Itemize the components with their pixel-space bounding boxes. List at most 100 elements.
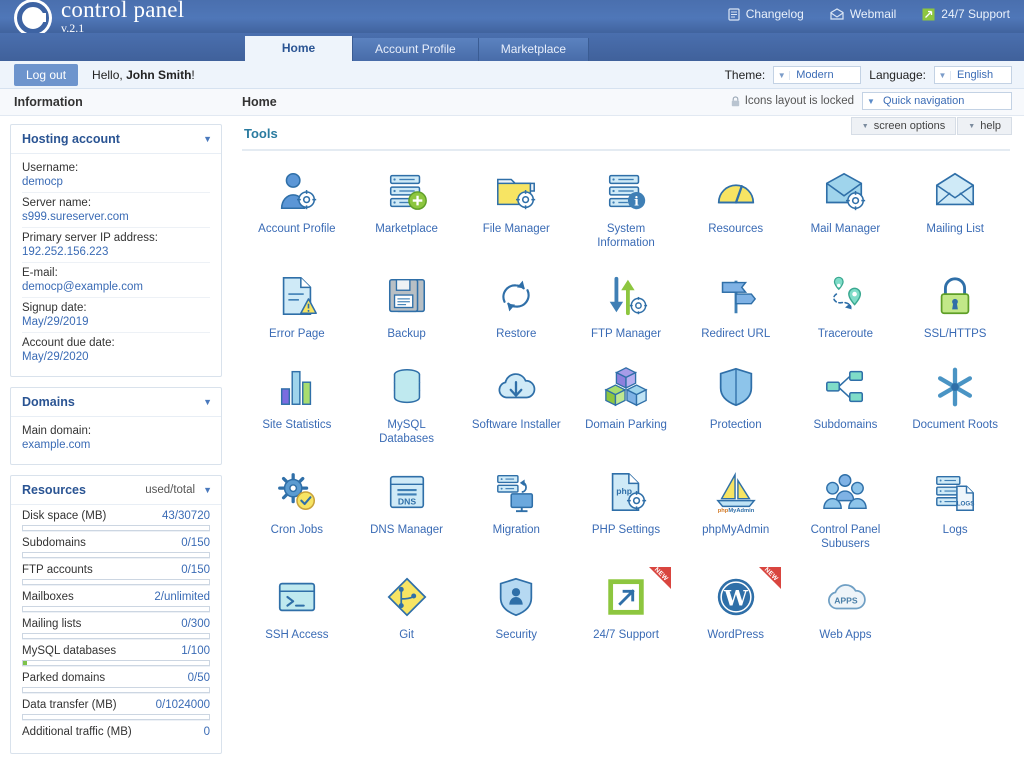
tool-item[interactable]: MySQL Databases (352, 355, 462, 452)
tool-label: Cron Jobs (270, 524, 324, 536)
tool-item[interactable]: Subdomains (791, 355, 901, 452)
quick-navigation-select[interactable]: ▼ Quick navigation (862, 92, 1012, 110)
info-field-value[interactable]: example.com (22, 439, 210, 451)
tool-item[interactable]: Restore (461, 264, 571, 347)
tool-item[interactable]: SSL/HTTPS (900, 264, 1010, 347)
header-link-changelog[interactable]: Changelog (728, 7, 804, 21)
circle-c-logo-icon (14, 0, 52, 37)
tool-item[interactable]: DNS DNS Manager (352, 460, 462, 557)
tool-item[interactable]: Resources (681, 159, 791, 256)
wordpress-icon: W (712, 573, 760, 621)
info-field-value[interactable]: s999.sureserver.com (22, 211, 210, 223)
info-field-label: Server name: (22, 197, 92, 209)
tools-grid: Account Profile Marketplace File Manager i S… (242, 159, 1010, 648)
tools-divider (242, 149, 1010, 151)
envelope-icon (830, 8, 844, 20)
tool-item[interactable]: phpMyAdmin phpMyAdmin (681, 460, 791, 557)
page-title: Home (242, 95, 277, 109)
header-link-webmail-label: Webmail (849, 7, 897, 21)
info-field: Primary server IP address: 192.252.156.22… (22, 228, 210, 263)
screen-options-button[interactable]: ▼ screen options (850, 117, 957, 135)
resource-value: 0/150 (181, 564, 210, 576)
user-bar-controls: Theme: ▼ Modern Language: ▼ English (725, 61, 1012, 89)
tool-item[interactable]: Cron Jobs (242, 460, 352, 557)
tool-item[interactable]: NEW 24/7 Support (571, 565, 681, 648)
info-field-value[interactable]: democp (22, 176, 210, 188)
panel-resources: Resources used/total ▼ Disk space (MB) 43… (10, 475, 222, 754)
tool-item[interactable]: Marketplace (352, 159, 462, 256)
gauge-icon (712, 167, 760, 215)
tool-item[interactable]: Mailing List (900, 159, 1010, 256)
theme-select[interactable]: ▼ Modern (773, 66, 862, 84)
support-square-icon (922, 8, 935, 20)
collapse-triangle-icon[interactable]: ▼ (203, 134, 212, 144)
tool-item[interactable]: APPS Web Apps (791, 565, 901, 648)
resource-label: Additional traffic (MB) (22, 726, 132, 738)
info-field-label: Signup date: (22, 302, 87, 314)
collapse-triangle-icon[interactable]: ▼ (203, 397, 212, 407)
server-plus-icon (383, 167, 431, 215)
panel-domains-title: Domains (22, 395, 75, 409)
tool-item[interactable]: Software Installer (461, 355, 571, 452)
icons-layout-locked[interactable]: Icons layout is locked (731, 95, 854, 107)
main-content: Tools Account Profile Marketplace File Man… (230, 116, 1024, 759)
resource-row: Parked domains 0/50 (22, 666, 210, 693)
quick-navigation-value: Quick navigation (883, 95, 965, 107)
tool-item[interactable]: Control Panel Subusers (791, 460, 901, 557)
tool-label: Account Profile (258, 223, 336, 235)
info-field-value[interactable]: democp@example.com (22, 281, 210, 293)
signpost-icon (712, 272, 760, 320)
tool-item[interactable]: FTP Manager (571, 264, 681, 347)
tool-item[interactable]: Domain Parking (571, 355, 681, 452)
tab-bar: Home Account Profile Marketplace (0, 33, 1024, 61)
header-link-support[interactable]: 24/7 Support (922, 7, 1010, 21)
tool-item[interactable]: File Manager (461, 159, 571, 256)
dns-window-icon: DNS (383, 468, 431, 516)
header-link-webmail[interactable]: Webmail (830, 7, 896, 21)
tool-item[interactable]: LOGS Logs (900, 460, 1010, 557)
panel-domains-header[interactable]: Domains ▼ (11, 388, 221, 417)
collapse-triangle-icon[interactable]: ▼ (203, 485, 212, 495)
server-info-icon: i (602, 167, 650, 215)
tab-marketplace[interactable]: Marketplace (478, 38, 590, 61)
tool-item[interactable]: Git (352, 565, 462, 648)
tool-item[interactable]: W NEW WordPress (681, 565, 791, 648)
svg-text:APPS: APPS (835, 596, 859, 606)
tool-item[interactable]: Redirect URL (681, 264, 791, 347)
chevron-down-icon: ▼ (968, 122, 976, 130)
tool-label: Migration (492, 524, 540, 536)
tool-item[interactable]: Protection (681, 355, 791, 452)
logout-button[interactable]: Log out (14, 63, 79, 86)
screen-options-label: screen options (873, 120, 946, 132)
tool-item[interactable]: Site Statistics (242, 355, 352, 452)
tool-item[interactable]: Security (461, 565, 571, 648)
tool-item[interactable]: i System Information (571, 159, 681, 256)
tool-item[interactable]: php PHP Settings (571, 460, 681, 557)
tool-item[interactable]: Mail Manager (791, 159, 901, 256)
tab-account-profile[interactable]: Account Profile (353, 38, 479, 61)
greeting: Hello, John Smith! (92, 68, 195, 82)
tool-item[interactable]: Error Page (242, 264, 352, 347)
tool-item[interactable]: SSH Access (242, 565, 352, 648)
panel-resources-body: Disk space (MB) 43/30720 Subdomains 0/150 FT… (11, 505, 221, 753)
tool-item[interactable]: Document Roots (900, 355, 1010, 452)
tool-item[interactable]: Migration (461, 460, 571, 557)
help-button[interactable]: ▼ help (957, 117, 1012, 135)
panel-hosting-account-header[interactable]: Hosting account ▼ (11, 125, 221, 154)
tool-label: Logs (942, 524, 968, 536)
tool-item[interactable]: Account Profile (242, 159, 352, 256)
language-select[interactable]: ▼ English (934, 66, 1012, 84)
tool-label: PHP Settings (591, 524, 661, 536)
tab-home[interactable]: Home (245, 36, 353, 61)
tool-item[interactable]: Traceroute (791, 264, 901, 347)
info-field-value[interactable]: May/29/2019 (22, 316, 210, 328)
new-badge-label: NEW (762, 566, 779, 583)
info-field-value[interactable]: 192.252.156.223 (22, 246, 210, 258)
theme-select-value: Modern (796, 69, 834, 81)
gear-clock-icon (273, 468, 321, 516)
panel-resources-header[interactable]: Resources used/total ▼ (11, 476, 221, 505)
tool-item[interactable]: Backup (352, 264, 462, 347)
info-field-value[interactable]: May/29/2020 (22, 351, 210, 363)
phpmyadmin-sailboat-icon: phpMyAdmin (712, 468, 760, 516)
resource-value: 43/30720 (162, 510, 210, 522)
